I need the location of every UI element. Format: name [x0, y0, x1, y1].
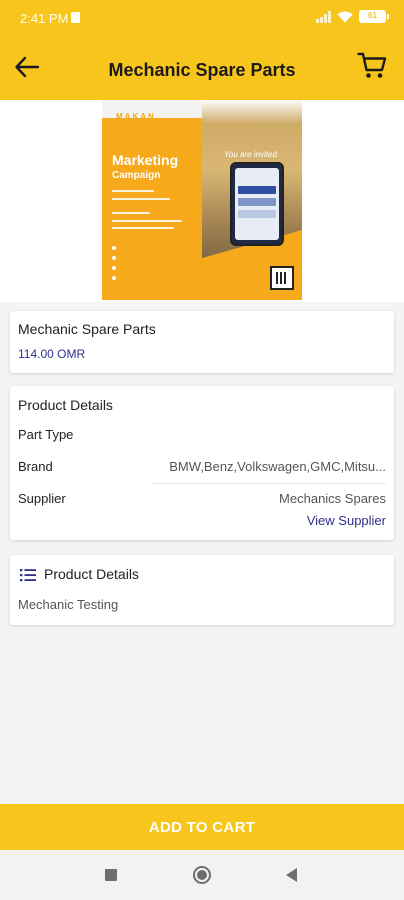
banner-text-line	[112, 212, 150, 214]
banner-bullet	[112, 256, 116, 260]
status-icons: 61	[316, 10, 389, 23]
product-image-area: MAKAN Marketing Campaign You are invited	[0, 100, 404, 302]
cart-icon	[357, 52, 387, 78]
banner-text-line	[112, 190, 154, 192]
banner-bullet	[112, 246, 116, 250]
product-name: Mechanic Spare Parts	[18, 321, 156, 337]
view-supplier-link[interactable]: View Supplier	[307, 513, 386, 528]
app-bar: Mechanic Spare Parts	[0, 38, 404, 100]
banner-phone	[230, 162, 284, 246]
product-summary-card: Mechanic Spare Parts 114.00 OMR	[10, 311, 394, 373]
banner-orange-panel	[102, 118, 202, 300]
wifi-icon	[337, 11, 353, 22]
cart-button[interactable]	[354, 48, 390, 84]
description-text: Mechanic Testing	[18, 597, 119, 612]
brand-label: Brand	[18, 459, 53, 474]
supplier-value: Mechanics Spares	[279, 491, 386, 506]
brand-value: BMW,Benz,Volkswagen,GMC,Mitsu...	[169, 459, 386, 474]
page-title: Mechanic Spare Parts	[108, 60, 296, 80]
recent-apps-button[interactable]	[105, 869, 117, 881]
banner-bullet	[112, 266, 116, 270]
banner-text-line	[112, 227, 174, 229]
add-to-cart-button[interactable]: ADD TO CART	[0, 804, 404, 850]
battery-level: 61	[368, 11, 377, 20]
banner-fade	[202, 100, 302, 124]
banner-subheadline: Campaign	[112, 170, 161, 181]
product-image[interactable]: MAKAN Marketing Campaign You are invited	[102, 100, 302, 300]
divider	[152, 483, 386, 484]
part-type-label: Part Type	[18, 427, 74, 442]
supplier-label: Supplier	[18, 491, 66, 506]
banner-bullet	[112, 276, 116, 280]
banner-headline: Marketing	[112, 152, 179, 168]
product-description-card: Product Details Mechanic Testing	[10, 555, 394, 625]
battery-icon: 61	[359, 10, 389, 23]
trash-icon	[71, 12, 80, 23]
banner-text-line	[112, 220, 182, 222]
product-price: 114.00 OMR	[18, 347, 86, 361]
status-time: 2:41 PM	[20, 11, 69, 26]
home-button[interactable]	[193, 866, 211, 884]
banner-phone-screen	[235, 168, 279, 240]
description-title: Product Details	[44, 566, 139, 582]
signal-icon	[316, 10, 331, 23]
banner-text-line	[112, 198, 170, 200]
system-nav-bar	[0, 850, 404, 900]
product-details-card: Product Details Part Type Brand BMW,Benz…	[10, 386, 394, 540]
banner-brand: MAKAN	[116, 112, 156, 121]
qr-code-icon	[270, 266, 294, 290]
system-back-button[interactable]	[286, 868, 297, 882]
status-bar: 2:41 PM 61	[0, 0, 404, 38]
list-icon	[20, 569, 36, 582]
details-title: Product Details	[18, 397, 113, 413]
banner-tagline: You are invited	[224, 150, 277, 159]
